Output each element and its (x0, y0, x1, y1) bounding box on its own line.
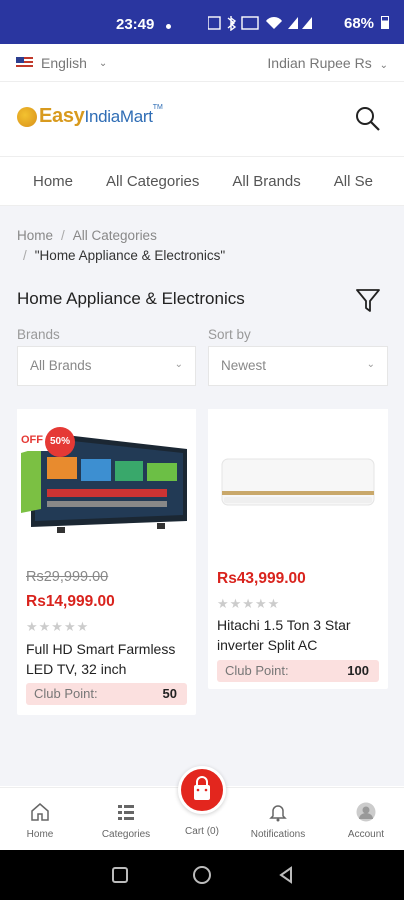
breadcrumb-home[interactable]: Home (17, 228, 53, 243)
product-card-tv[interactable]: OFF 50% Rs29,999.00 Rs14,999.00 ★★★★★ Fu… (17, 409, 196, 715)
price: Rs14,999.00 (26, 593, 115, 610)
bottom-nav-categories[interactable]: Categories (86, 788, 166, 840)
bottom-nav-categories-label: Categories (101, 829, 151, 840)
system-nav-bar (0, 850, 404, 900)
header: EasyIndiaMart TM (0, 83, 404, 157)
bottom-nav-home-label: Home (26, 829, 54, 840)
notification-dot-icon (166, 24, 171, 29)
language-label: English (41, 55, 87, 71)
product-name[interactable]: Full HD Smart Farmless LED TV, 32 inch (26, 639, 191, 679)
club-point-label: Club Point: (34, 686, 98, 701)
page-title: Home Appliance & Electronics (17, 289, 245, 308)
battery-level: 68% (344, 15, 390, 32)
logo-india: IndiaMart (84, 107, 153, 126)
bottom-nav: Home Categories Cart (0) Notifications A… (0, 766, 404, 849)
top-bar: English ⌄ Indian Rupee Rs ⌄ (0, 44, 404, 82)
nav-tab-all-sellers[interactable]: All Se (334, 173, 373, 190)
status-icons (207, 16, 312, 32)
home-icon (31, 803, 49, 821)
status-time: 23:49 (116, 16, 155, 33)
nav-tab-home[interactable]: Home (33, 173, 73, 190)
logo-tm: TM (152, 104, 163, 111)
chevron-down-icon: ⌄ (98, 57, 108, 69)
club-point: Club Point: 50 (26, 683, 187, 705)
breadcrumb-categories[interactable]: All Categories (73, 228, 157, 243)
chevron-down-icon: ⌄ (174, 359, 183, 370)
search-button[interactable] (354, 105, 382, 133)
logo-easy: Easy (39, 105, 85, 127)
chevron-down-icon: ⌄ (379, 60, 388, 71)
language-selector[interactable]: English ⌄ (16, 55, 107, 71)
bottom-nav-account-label: Account (347, 829, 385, 840)
logo-text: EasyIndiaMart (39, 105, 153, 128)
avatar-icon (356, 802, 376, 822)
nav-tab-all-brands[interactable]: All Brands (232, 173, 300, 190)
back-icon[interactable] (279, 866, 292, 884)
product-image-ac (208, 409, 388, 557)
list-icon (118, 805, 134, 820)
status-bar: 23:49 68% (0, 0, 404, 44)
bottom-nav-home[interactable]: Home (0, 788, 80, 840)
category-nav: Home All Categories All Brands All Se (0, 158, 404, 206)
nav-tab-all-categories[interactable]: All Categories (106, 173, 199, 190)
logo[interactable]: EasyIndiaMart TM (17, 104, 163, 128)
club-point-label: Club Point: (225, 663, 289, 678)
discount-badge: 50% (45, 427, 75, 457)
brands-select[interactable]: All Brands ⌄ (17, 346, 196, 386)
chevron-down-icon: ⌄ (366, 359, 375, 370)
battery-percent: 68% (344, 15, 375, 32)
recents-icon[interactable] (112, 867, 128, 883)
rating-stars: ★★★★★ (26, 619, 90, 634)
system-nav-icons (112, 866, 292, 884)
price: Rs43,999.00 (217, 570, 306, 587)
rating-stars: ★★★★★ (217, 596, 281, 611)
logo-mark-icon (17, 106, 37, 127)
filter-icon (356, 289, 380, 312)
sort-select[interactable]: Newest ⌄ (208, 346, 388, 386)
currency-label: Indian Rupee Rs (267, 55, 372, 71)
bottom-nav-cart-label: Cart (0) (185, 826, 219, 837)
old-price: Rs29,999.00 (26, 569, 109, 585)
product-name[interactable]: Hitachi 1.5 Ton 3 Star inverter Split AC (217, 615, 382, 655)
ac-image (208, 409, 388, 557)
brands-label: Brands (17, 327, 60, 342)
club-point-value: 100 (347, 663, 369, 678)
product-card-ac[interactable]: Rs43,999.00 ★★★★★ Hitachi 1.5 Ton 3 Star… (208, 409, 388, 689)
bottom-nav-notifications[interactable]: Notifications (238, 788, 318, 840)
us-flag-icon (16, 57, 33, 69)
main-content: Home / All Categories / "Home Appliance & E… (0, 206, 404, 786)
bell-icon (269, 805, 287, 822)
club-point-value: 50 (162, 686, 177, 701)
bottom-nav-notifications-label: Notifications (250, 829, 306, 840)
sort-label: Sort by (208, 327, 251, 342)
club-point: Club Point: 100 (217, 660, 379, 682)
breadcrumb: Home / All Categories / "Home Appliance & E… (17, 228, 226, 263)
filter-button[interactable] (356, 288, 380, 314)
sort-select-value: Newest (221, 358, 267, 373)
shopping-bag-icon (194, 776, 210, 800)
cart-button[interactable] (178, 766, 226, 814)
breadcrumb-current: "Home Appliance & Electronics" (34, 248, 226, 263)
brands-select-value: All Brands (30, 358, 92, 373)
search-icon (356, 107, 380, 131)
system-icons (207, 15, 336, 34)
bottom-nav-account[interactable]: Account (326, 788, 404, 840)
currency-selector[interactable]: Indian Rupee Rs ⌄ (267, 55, 388, 71)
battery-icon (381, 16, 390, 29)
home-circle-icon[interactable] (193, 866, 211, 884)
